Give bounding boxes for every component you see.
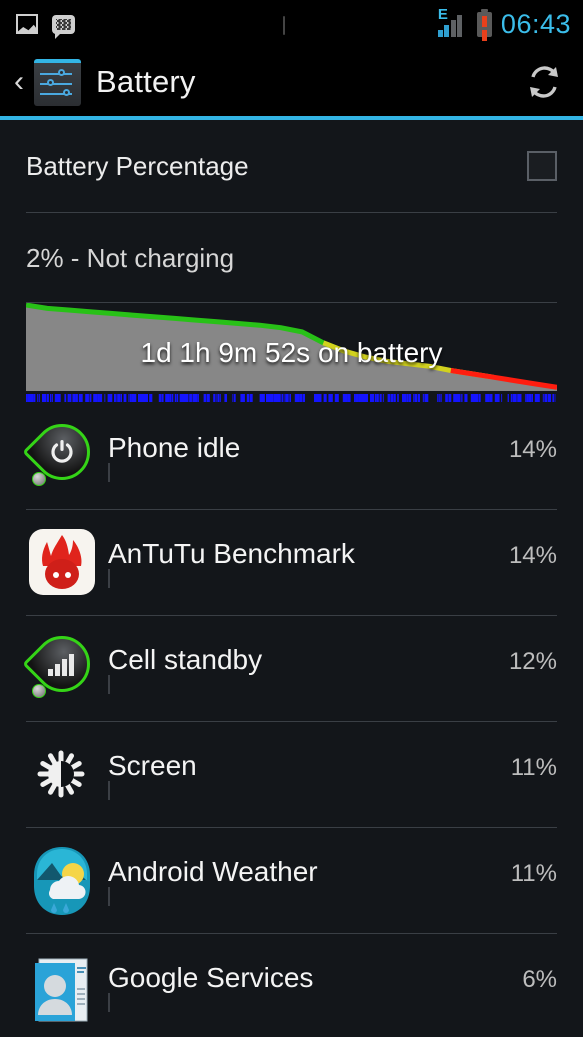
battery-usage-list: Phone idle 14% AnTuTu Benchmark 14% Cell… bbox=[0, 402, 583, 1037]
network-edge-icon: E bbox=[437, 7, 468, 37]
app-icon bbox=[26, 528, 96, 598]
battery-usage-row[interactable]: AnTuTu Benchmark 14% bbox=[0, 510, 583, 615]
app-row-body: Phone idle 14% bbox=[108, 432, 557, 482]
app-row-body: Google Services 6% bbox=[108, 962, 557, 1012]
usage-bar-track bbox=[108, 886, 110, 906]
app-percent: 11% bbox=[510, 753, 557, 781]
battery-usage-row[interactable]: Android Weather 11% bbox=[0, 828, 583, 933]
status-bar-system-icons: E 06:43 bbox=[437, 0, 571, 48]
back-button[interactable]: ‹ bbox=[6, 67, 32, 97]
brightness-icon bbox=[35, 748, 87, 805]
refresh-icon[interactable] bbox=[523, 61, 565, 103]
app-icon bbox=[22, 411, 102, 492]
status-bar: E 06:43 bbox=[0, 0, 583, 48]
usage-bar-track bbox=[108, 780, 110, 800]
status-bar-clock: 06:43 bbox=[500, 8, 571, 39]
power-pin-icon bbox=[22, 411, 102, 492]
battery-alert-icon bbox=[476, 8, 492, 37]
weather-sun-cloud-icon bbox=[28, 846, 96, 916]
app-percent: 14% bbox=[508, 435, 557, 463]
contact-card-icon bbox=[31, 954, 93, 1022]
signal-bars-icon bbox=[437, 15, 463, 37]
app-row-body: Screen 11% bbox=[108, 750, 557, 800]
app-row-body: Android Weather 11% bbox=[108, 856, 557, 906]
app-name: Screen bbox=[108, 749, 197, 781]
app-icon bbox=[26, 740, 96, 810]
app-percent: 14% bbox=[508, 541, 557, 569]
battery-level-chart bbox=[26, 303, 557, 391]
gallery-icon bbox=[16, 14, 38, 34]
battery-settings-screen: E 06:43 ‹ Battery Battery Percentage 2% … bbox=[0, 0, 583, 1037]
app-icon bbox=[26, 846, 96, 916]
usage-bar-track bbox=[108, 992, 110, 1012]
app-row-body: AnTuTu Benchmark 14% bbox=[108, 538, 557, 588]
screen-on-ticks bbox=[26, 394, 556, 402]
antutu-flame-icon bbox=[29, 528, 95, 595]
app-name: Phone idle bbox=[108, 431, 241, 463]
settings-sliders-icon[interactable] bbox=[34, 58, 81, 106]
battery-status-text: 2% - Not charging bbox=[26, 243, 235, 273]
app-icon bbox=[26, 952, 96, 1022]
usage-bar-track bbox=[108, 462, 110, 482]
app-icon bbox=[22, 623, 102, 704]
usb-connection-icon bbox=[283, 16, 285, 35]
signal-pin-icon bbox=[22, 623, 102, 704]
battery-percentage-checkbox[interactable] bbox=[527, 151, 557, 181]
battery-percentage-label: Battery Percentage bbox=[26, 150, 249, 181]
battery-usage-row[interactable]: Screen 11% bbox=[0, 722, 583, 827]
usage-bar-track bbox=[108, 674, 110, 694]
app-name: Google Services bbox=[108, 961, 314, 993]
app-name: AnTuTu Benchmark bbox=[108, 537, 355, 569]
battery-usage-row[interactable]: Cell standby 12% bbox=[0, 616, 583, 721]
battery-percentage-row[interactable]: Battery Percentage bbox=[0, 120, 583, 212]
usage-bar-track bbox=[108, 568, 110, 588]
action-bar: ‹ Battery bbox=[0, 48, 583, 116]
app-percent: 11% bbox=[510, 859, 557, 887]
app-percent: 12% bbox=[508, 647, 557, 675]
battery-usage-row[interactable]: Phone idle 14% bbox=[0, 404, 583, 509]
bbm-chat-icon bbox=[52, 14, 75, 39]
app-percent: 6% bbox=[522, 965, 557, 993]
app-name: Android Weather bbox=[108, 855, 318, 887]
page-title: Battery bbox=[96, 64, 196, 99]
app-row-body: Cell standby 12% bbox=[108, 644, 557, 694]
content-area: Battery Percentage 2% - Not charging 1d … bbox=[0, 120, 583, 1037]
status-bar-notifications bbox=[0, 14, 75, 39]
battery-history-graph[interactable]: 1d 1h 9m 52s on battery bbox=[26, 302, 557, 402]
battery-usage-row[interactable]: Google Services 6% bbox=[0, 934, 583, 1037]
app-name: Cell standby bbox=[108, 643, 263, 675]
